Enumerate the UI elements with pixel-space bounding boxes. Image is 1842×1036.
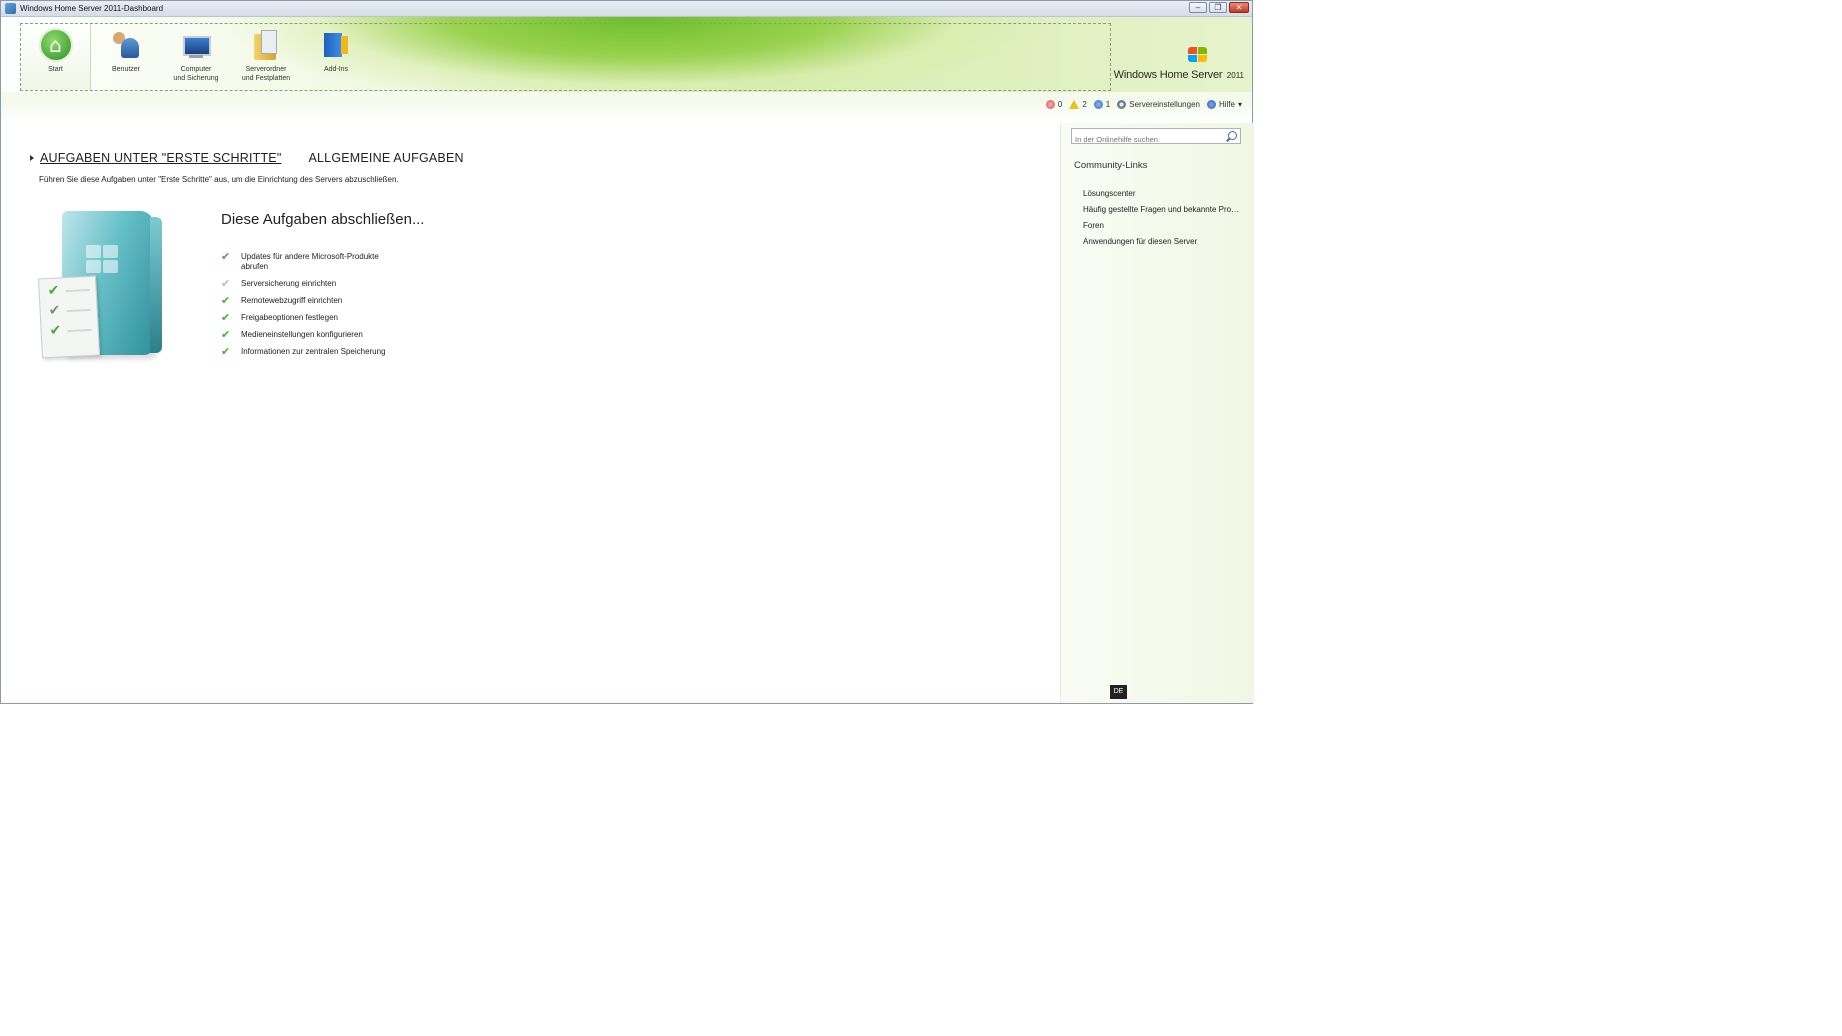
community-links-heading: Community-Links: [1074, 160, 1148, 171]
app-icon: [5, 3, 16, 14]
link-server-apps[interactable]: Anwendungen für diesen Server: [1083, 237, 1243, 246]
nav-server-folders[interactable]: Serverordner und Festplatten: [231, 24, 301, 90]
tab-common-tasks[interactable]: ALLGEMEINE AUFGABEN: [308, 151, 463, 165]
chevron-down-icon: ▾: [1237, 100, 1242, 109]
task-label: Remotewebzugriff einrichten: [241, 296, 343, 305]
nav-label: Benutzer: [111, 66, 141, 73]
brand-name: Windows Home Server: [1113, 69, 1223, 81]
help-search-input[interactable]: [1072, 132, 1228, 147]
warnings-count: 2: [1082, 100, 1087, 109]
computer-icon: [179, 28, 213, 62]
task-tabs: AUFGABEN UNTER "ERSTE SCHRITTE" ALLGEMEI…: [30, 151, 464, 165]
nav-label: Computer und Sicherung: [173, 65, 218, 83]
product-box-side: [150, 217, 162, 353]
nav-label: Serverordner und Festplatten: [242, 65, 290, 83]
help-menu[interactable]: Hilfe ▾: [1206, 100, 1242, 109]
error-icon: [1045, 100, 1055, 109]
window-title: Windows Home Server 2011-Dashboard: [20, 4, 164, 13]
task-list: ✔ Updates für andere Microsoft-Produkte …: [221, 251, 391, 363]
help-icon: [1206, 100, 1216, 109]
warning-icon: [1069, 100, 1080, 109]
server-settings-label: Servereinstellungen: [1129, 100, 1200, 109]
link-solution-center[interactable]: Lösungscenter: [1083, 189, 1243, 198]
nav-users[interactable]: Benutzer: [91, 24, 161, 90]
errors-count: 0: [1057, 100, 1063, 109]
task-item[interactable]: ✔ Updates für andere Microsoft-Produkte …: [221, 251, 391, 272]
check-icon: ✔: [221, 328, 231, 341]
right-sidebar: Community-Links Lösungscenter Häufig ges…: [1060, 123, 1254, 703]
link-forums[interactable]: Foren: [1083, 221, 1243, 230]
info-indicator[interactable]: 1: [1093, 100, 1111, 109]
check-icon: ✔: [221, 250, 231, 263]
title-bar[interactable]: Windows Home Server 2011-Dashboard – ❐ ✕: [1, 1, 1252, 17]
selected-arrow-icon: [30, 155, 34, 161]
task-label: Medieneinstellungen konfigurieren: [241, 330, 363, 339]
link-faq[interactable]: Häufig gestellte Fragen und bekannte Pro…: [1083, 205, 1243, 214]
warnings-indicator[interactable]: 2: [1069, 100, 1087, 109]
task-item[interactable]: ✔ Freigabeoptionen festlegen: [221, 312, 391, 323]
tab-description: Führen Sie diese Aufgaben unter "Erste S…: [39, 175, 399, 184]
addins-icon: [319, 28, 353, 62]
language-badge[interactable]: DE: [1110, 685, 1127, 699]
folder-icon: [249, 28, 283, 62]
status-bar: 0 2 1 Servereinstellungen Hilfe ▾: [1045, 100, 1242, 109]
brand-logo: Windows Home Server 2011: [1114, 47, 1244, 83]
product-box-illustration: ✔ ✔ ✔: [37, 207, 168, 362]
nav-computers-backup[interactable]: Computer und Sicherung: [161, 24, 231, 90]
dashboard-window: Windows Home Server 2011-Dashboard – ❐ ✕…: [0, 0, 1254, 704]
task-item[interactable]: ✔ Remotewebzugriff einrichten: [221, 295, 391, 306]
info-count: 1: [1105, 100, 1111, 109]
search-icon[interactable]: [1228, 131, 1237, 140]
check-icon: ✔: [221, 277, 231, 290]
info-icon: [1093, 100, 1103, 109]
errors-indicator[interactable]: 0: [1045, 100, 1063, 109]
windows-logo-icon: [86, 245, 120, 275]
main-content: AUFGABEN UNTER "ERSTE SCHRITTE" ALLGEMEI…: [2, 123, 1059, 703]
check-icon: ✔: [221, 294, 231, 307]
task-label: Freigabeoptionen festlegen: [241, 313, 338, 322]
nav-label-line: und Sicherung: [173, 75, 219, 82]
nav-label: Start: [48, 66, 63, 73]
nav-label-line: und Festplatten: [241, 75, 291, 82]
community-links-list: Lösungscenter Häufig gestellte Fragen un…: [1083, 189, 1243, 253]
task-item[interactable]: ✔ Informationen zur zentralen Speicherun…: [221, 346, 391, 357]
help-search-box: [1071, 128, 1241, 147]
main-navigation: Start Benutzer Computer und Sicherung Se…: [20, 23, 1111, 91]
server-settings-link[interactable]: Servereinstellungen: [1117, 100, 1200, 109]
tasks-heading: Diese Aufgaben abschließen...: [221, 211, 425, 228]
task-item[interactable]: ✔ Serversicherung einrichten: [221, 278, 391, 289]
nav-start[interactable]: Start: [21, 24, 91, 90]
nav-addins[interactable]: Add-Ins: [301, 24, 371, 90]
task-item[interactable]: ✔ Medieneinstellungen konfigurieren: [221, 329, 391, 340]
check-icon: ✔: [221, 311, 231, 324]
window-controls: – ❐ ✕: [1189, 2, 1249, 13]
brand-year: 2011: [1226, 71, 1244, 80]
header: Start Benutzer Computer und Sicherung Se…: [1, 17, 1252, 123]
nav-label-line: Computer: [180, 66, 212, 73]
tab-getting-started[interactable]: AUFGABEN UNTER "ERSTE SCHRITTE": [40, 151, 281, 165]
task-label: Updates für andere Microsoft-Produkte ab…: [241, 252, 379, 271]
task-label: Informationen zur zentralen Speicherung: [241, 347, 386, 356]
check-icon: ✔: [221, 345, 231, 358]
close-button[interactable]: ✕: [1229, 2, 1249, 13]
checklist-document-icon: ✔ ✔ ✔: [37, 275, 101, 359]
gear-icon: [1117, 100, 1127, 109]
windows-flag-icon: [1188, 47, 1208, 63]
users-icon: [109, 28, 143, 62]
task-label: Serversicherung einrichten: [241, 279, 337, 288]
minimize-button[interactable]: –: [1189, 2, 1207, 13]
help-label: Hilfe: [1218, 100, 1235, 109]
restore-button[interactable]: ❐: [1209, 2, 1227, 13]
nav-label-line: Serverordner: [245, 66, 287, 73]
home-icon: [38, 28, 73, 62]
nav-label: Add-Ins: [323, 66, 349, 73]
